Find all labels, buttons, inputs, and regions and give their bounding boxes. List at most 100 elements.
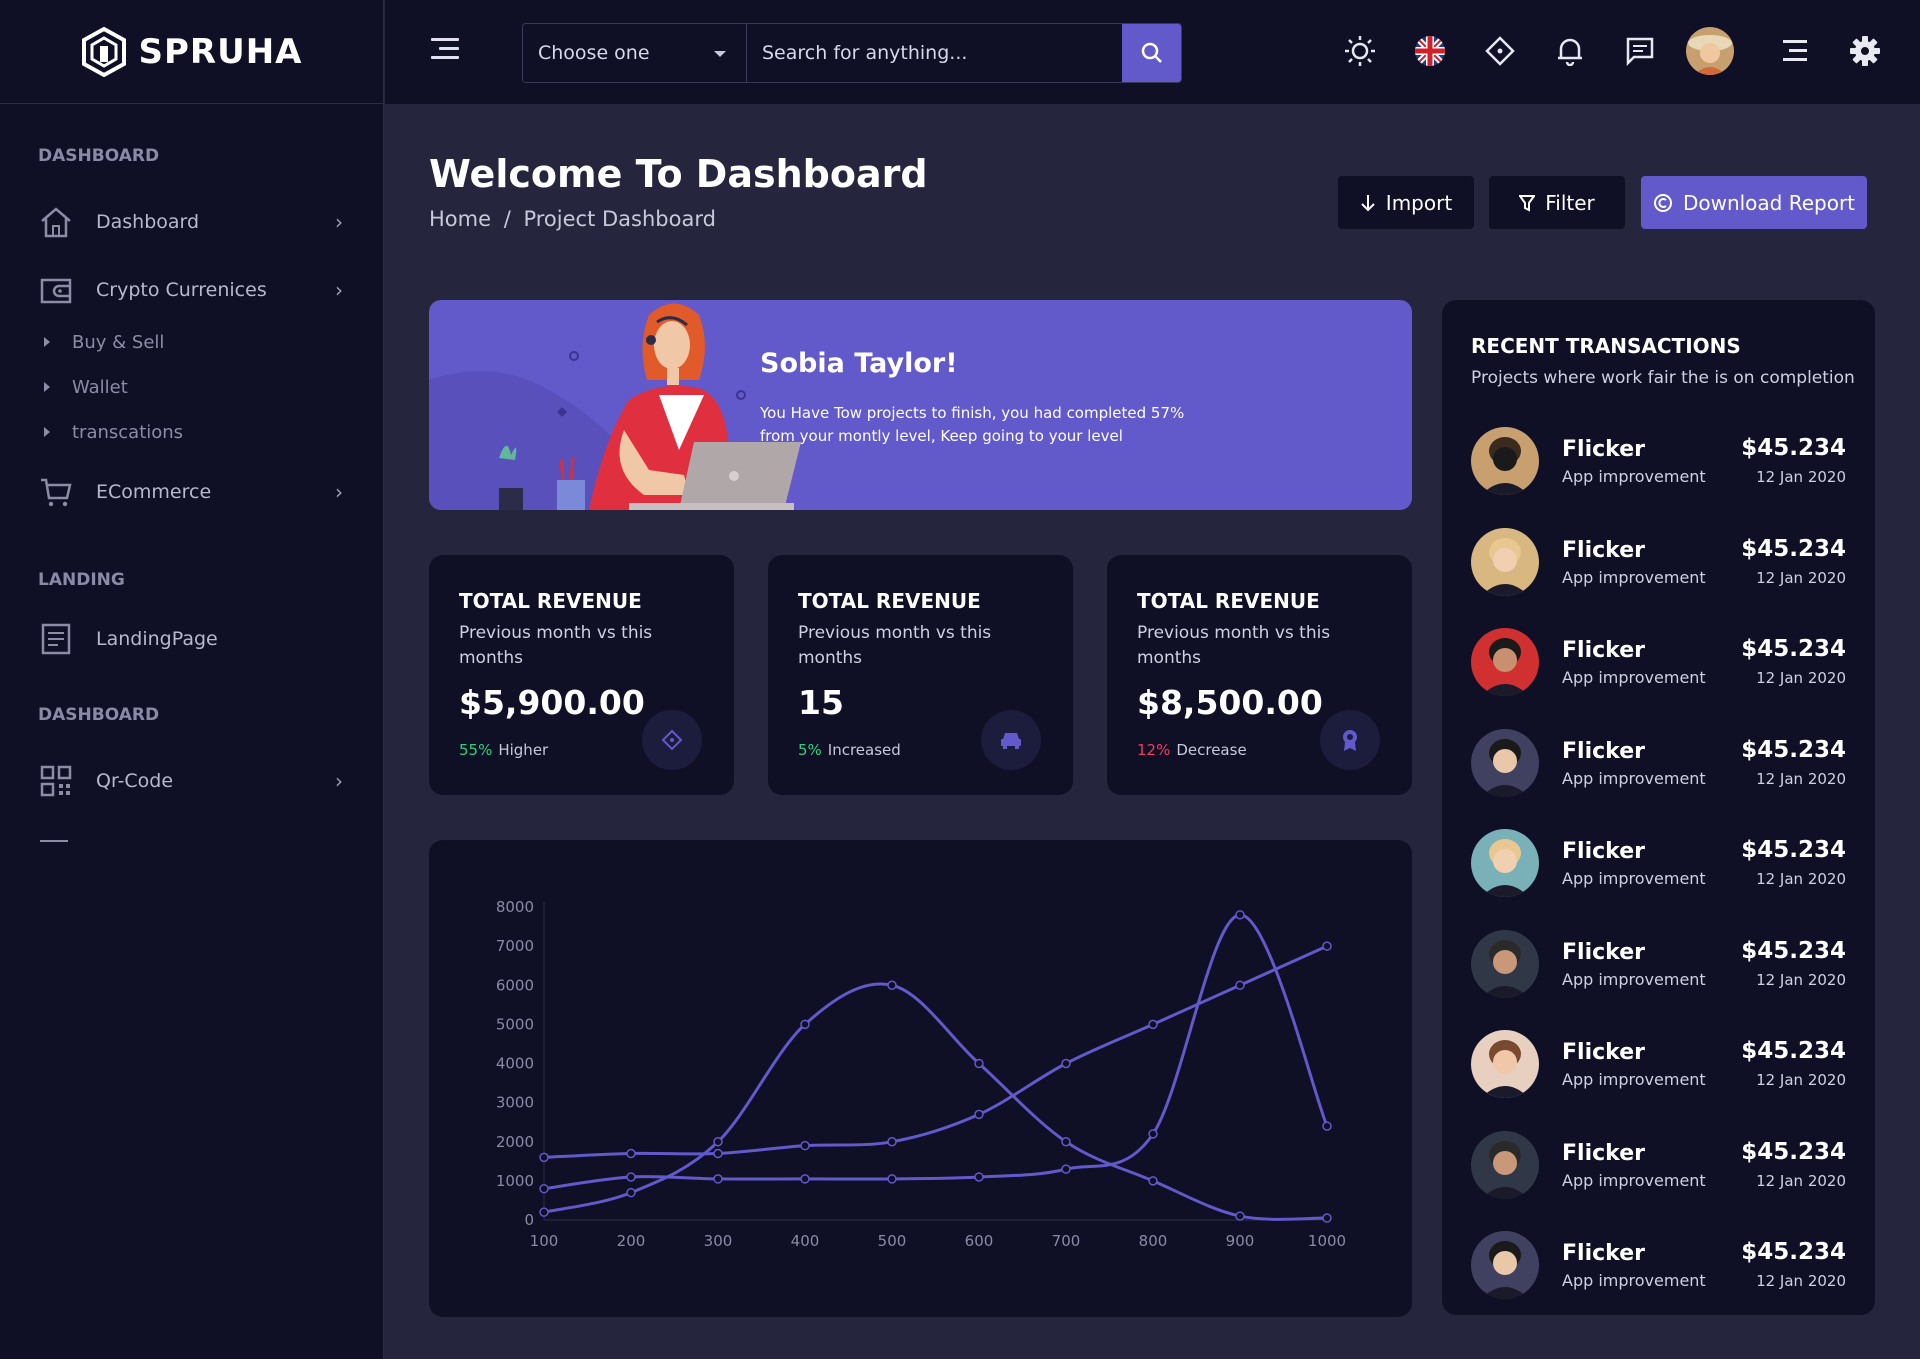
transaction-amount: $45.234	[1741, 1038, 1846, 1064]
x-tick-label: 200	[617, 1232, 646, 1250]
transaction-date: 12 Jan 2020	[1756, 1071, 1846, 1089]
sidebar-subitem-wallet[interactable]: Wallet	[44, 372, 128, 402]
award-icon	[1320, 710, 1380, 770]
y-tick-label: 3000	[496, 1094, 534, 1112]
transaction-name: Flicker	[1562, 839, 1645, 864]
sidebar-item-crypto[interactable]: Crypto Currenices ›	[38, 270, 343, 310]
fullscreen-icon	[1485, 36, 1515, 66]
x-tick-label: 500	[878, 1232, 907, 1250]
filter-button[interactable]: Filter	[1489, 176, 1625, 229]
data-point	[800, 1019, 810, 1030]
data-point	[1322, 1213, 1332, 1223]
data-point	[626, 1172, 636, 1182]
stat-card-revenue-1: TOTAL REVENUE Previous month vs this mon…	[429, 555, 734, 795]
search-button[interactable]	[1122, 24, 1181, 82]
transaction-description: App improvement	[1562, 1271, 1706, 1290]
data-point	[626, 1148, 636, 1159]
gear-icon	[1850, 36, 1880, 66]
transaction-name: Flicker	[1562, 537, 1645, 563]
avatar	[1471, 1231, 1539, 1299]
transaction-row[interactable]: Flicker App improvement $45.234 12 Jan 2020	[1471, 628, 1846, 698]
transaction-date: 12 Jan 2020	[1756, 1171, 1846, 1190]
transaction-date: 12 Jan 2020	[1756, 769, 1846, 788]
sidebar-subitem-transactions[interactable]: transcations	[44, 417, 183, 447]
top-header: Choose one	[385, 0, 1920, 104]
transaction-row[interactable]: Flicker App improvement $45.234 12 Jan 2020	[1471, 1231, 1846, 1301]
chevron-right-icon: ›	[335, 769, 343, 793]
transaction-name: Flicker	[1562, 638, 1645, 663]
data-point	[800, 1174, 810, 1184]
transaction-amount: $45.234	[1741, 636, 1846, 662]
sidebar-item-landingpage[interactable]: LandingPage	[38, 619, 343, 659]
transaction-name: Flicker	[1562, 1040, 1645, 1065]
logo[interactable]: SPRUHA	[0, 0, 383, 104]
x-tick-label: 1000	[1308, 1232, 1346, 1250]
banner-message: You Have Tow projects to finish, you had…	[760, 404, 1185, 445]
transaction-name: Flicker	[1562, 738, 1645, 764]
avatar	[1471, 929, 1539, 998]
data-point	[1148, 1176, 1158, 1186]
transaction-row[interactable]: Flicker App improvement $45.234 12 Jan 2020	[1471, 728, 1846, 799]
download-report-button[interactable]: Download Report	[1641, 176, 1867, 229]
transaction-description: App improvement	[1562, 567, 1706, 587]
menu-icon	[1783, 40, 1807, 61]
sidebar-item-dashboard[interactable]: Dashboard ›	[38, 202, 343, 242]
category-select[interactable]: Choose one	[523, 24, 747, 82]
chevron-right-icon: ›	[335, 278, 343, 302]
messages-button[interactable]	[1620, 31, 1660, 71]
stat-card-percent: 12%	[1137, 741, 1171, 759]
uk-flag-icon	[1415, 36, 1445, 66]
transaction-amount: $45.234	[1741, 1138, 1846, 1165]
stat-card-revenue-3: TOTAL REVENUE Previous month vs this mon…	[1107, 555, 1412, 795]
breadcrumb-home[interactable]: Home	[429, 207, 491, 231]
notifications-button[interactable]	[1550, 31, 1590, 71]
stat-card-value: $5,900.00	[459, 683, 645, 722]
right-sidebar-toggle-button[interactable]	[1775, 31, 1815, 71]
y-tick-label: 6000	[496, 976, 534, 994]
data-point	[974, 1172, 984, 1182]
transaction-description: App improvement	[1562, 1170, 1706, 1190]
user-avatar-image	[1686, 27, 1734, 75]
data-point	[626, 1187, 636, 1198]
avatar	[1471, 728, 1539, 797]
caret-right-icon	[44, 427, 50, 437]
transaction-row[interactable]: Flicker App improvement $45.234 12 Jan 2020	[1471, 1130, 1846, 1201]
page-title: Welcome To Dashboard	[429, 152, 928, 196]
search-input[interactable]	[747, 24, 1122, 82]
chevron-right-icon: ›	[335, 210, 343, 234]
transaction-amount: $45.234	[1741, 736, 1846, 763]
stat-card-subtitle: Previous month vs this months	[798, 623, 992, 668]
avatar[interactable]	[1686, 27, 1734, 75]
data-point	[539, 1152, 549, 1163]
fullscreen-button[interactable]	[1480, 31, 1520, 71]
sidebar-item-label: ECommerce	[96, 481, 212, 503]
avatar	[1471, 427, 1539, 495]
sidebar-section-dashboard-2: DASHBOARD	[38, 705, 160, 725]
sidebar-toggle-button[interactable]	[431, 38, 459, 64]
x-tick-label: 600	[965, 1232, 994, 1250]
theme-toggle-button[interactable]	[1340, 31, 1380, 71]
sidebar-item-qr-code[interactable]: Qr-Code ›	[38, 761, 343, 801]
data-point	[974, 1058, 984, 1069]
sidebar-item-ecommerce[interactable]: ECommerce ›	[38, 472, 343, 512]
sidebar-subitem-label: Wallet	[72, 376, 128, 398]
transaction-row[interactable]: Flicker App improvement $45.234 12 Jan 2020	[1471, 427, 1846, 497]
chevron-right-icon: ›	[335, 480, 343, 504]
sidebar: SPRUHA DASHBOARD Dashboard › Crypto Curr…	[0, 0, 384, 1359]
language-button[interactable]	[1410, 31, 1450, 71]
stat-card-revenue-2: TOTAL REVENUE Previous month vs this mon…	[768, 555, 1073, 795]
transaction-row[interactable]: Flicker App improvement $45.234 12 Jan 2020	[1471, 1030, 1846, 1100]
filter-icon	[1519, 194, 1536, 212]
stat-card-title: TOTAL REVENUE	[459, 589, 642, 613]
transaction-row[interactable]: Flicker App improvement $45.234 12 Jan 2020	[1471, 929, 1846, 1000]
document-icon	[38, 621, 74, 657]
transaction-row[interactable]: Flicker App improvement $45.234 12 Jan 2020	[1471, 829, 1846, 899]
sidebar-item-label: Dashboard	[96, 211, 200, 233]
import-button[interactable]: Import	[1338, 176, 1474, 229]
sidebar-subitem-label: transcations	[72, 421, 184, 443]
y-tick-label: 1000	[496, 1172, 534, 1190]
sidebar-section-dashboard: DASHBOARD	[38, 146, 160, 166]
settings-button[interactable]	[1845, 31, 1885, 71]
transaction-row[interactable]: Flicker App improvement $45.234 12 Jan 2020	[1471, 527, 1846, 598]
sidebar-subitem-buy-sell[interactable]: Buy & Sell	[44, 327, 164, 357]
